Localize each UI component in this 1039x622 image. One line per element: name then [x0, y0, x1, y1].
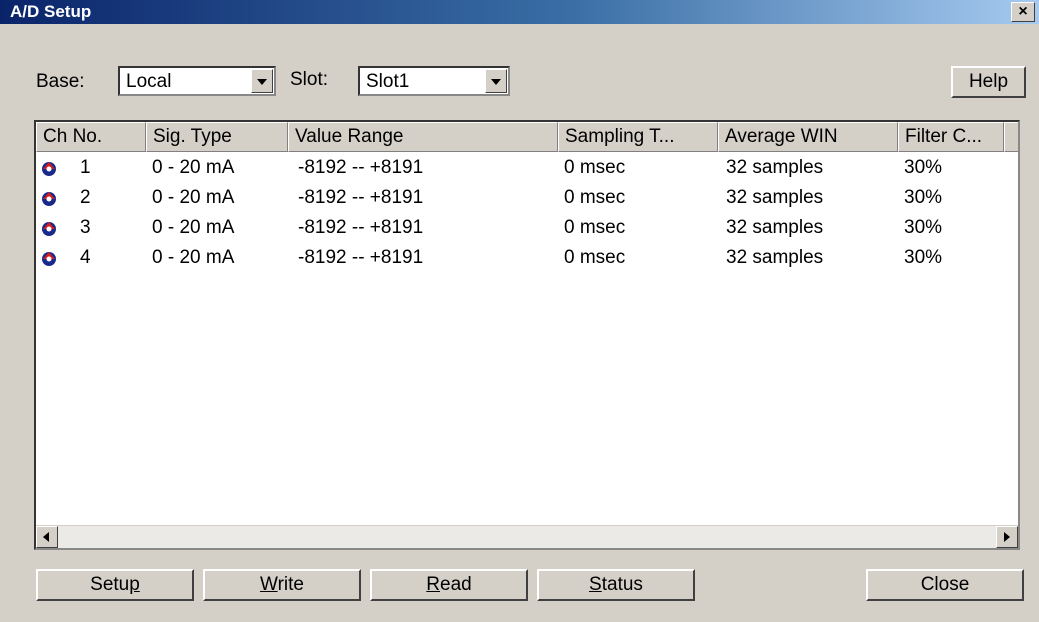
column-header-sig-type[interactable]: Sig. Type — [146, 122, 288, 152]
title-bar: A/D Setup × — [0, 0, 1039, 24]
cell-ch-no: 4 — [80, 247, 91, 268]
channel-icon — [42, 252, 56, 266]
chevron-down-icon[interactable] — [251, 69, 273, 93]
cell-sig-type: 0 - 20 mA — [152, 217, 235, 238]
cell-average-win: 32 samples — [726, 187, 824, 208]
base-dropdown-value: Local — [126, 71, 172, 92]
read-button[interactable]: Read — [370, 569, 528, 601]
close-icon[interactable]: × — [1011, 2, 1035, 22]
cell-value-range: -8192 -- +8191 — [298, 247, 424, 268]
column-header-value-range[interactable]: Value Range — [288, 122, 558, 152]
table-row[interactable]: 1 0 - 20 mA -8192 -- +8191 0 msec 32 sam… — [36, 155, 1018, 183]
column-header-row: Ch No. Sig. Type Value Range Sampling T.… — [36, 122, 1018, 152]
base-dropdown[interactable]: Local — [118, 66, 276, 96]
cell-sampling: 0 msec — [564, 247, 626, 268]
cell-ch-no: 2 — [80, 187, 91, 208]
channel-icon — [42, 222, 56, 236]
status-button[interactable]: Status — [537, 569, 695, 601]
column-header-filler — [1004, 122, 1018, 152]
table-row[interactable]: 4 0 - 20 mA -8192 -- +8191 0 msec 32 sam… — [36, 245, 1018, 273]
cell-value-range: -8192 -- +8191 — [298, 187, 424, 208]
cell-filter: 30% — [904, 187, 943, 208]
channel-icon — [42, 162, 56, 176]
cell-value-range: -8192 -- +8191 — [298, 217, 424, 238]
table-row[interactable]: 2 0 - 20 mA -8192 -- +8191 0 msec 32 sam… — [36, 185, 1018, 213]
channel-icon — [42, 192, 56, 206]
setup-label-key: p — [129, 574, 140, 595]
status-label-key: S — [589, 574, 602, 595]
column-header-filter[interactable]: Filter C... — [898, 122, 1004, 152]
slot-dropdown[interactable]: Slot1 — [358, 66, 510, 96]
table-row[interactable]: 3 0 - 20 mA -8192 -- +8191 0 msec 32 sam… — [36, 215, 1018, 243]
slot-label: Slot: — [290, 69, 329, 90]
cell-sig-type: 0 - 20 mA — [152, 157, 235, 178]
column-header-sampling[interactable]: Sampling T... — [558, 122, 718, 152]
window-title: A/D Setup — [10, 2, 92, 21]
cell-ch-no: 3 — [80, 217, 91, 238]
cell-sampling: 0 msec — [564, 157, 626, 178]
cell-value-range: -8192 -- +8191 — [298, 157, 424, 178]
column-header-ch-no[interactable]: Ch No. — [36, 122, 146, 152]
cell-sig-type: 0 - 20 mA — [152, 247, 235, 268]
column-header-average-win[interactable]: Average WIN — [718, 122, 898, 152]
cell-sig-type: 0 - 20 mA — [152, 187, 235, 208]
horizontal-scrollbar[interactable] — [36, 525, 1018, 548]
cell-filter: 30% — [904, 157, 943, 178]
write-button[interactable]: Write — [203, 569, 361, 601]
cell-sampling: 0 msec — [564, 187, 626, 208]
status-label-post: tatus — [601, 574, 643, 595]
slot-dropdown-value: Slot1 — [366, 71, 410, 92]
scroll-right-icon[interactable] — [996, 526, 1018, 548]
cell-average-win: 32 samples — [726, 247, 824, 268]
channel-list[interactable]: Ch No. Sig. Type Value Range Sampling T.… — [34, 120, 1020, 550]
cell-sampling: 0 msec — [564, 217, 626, 238]
help-button[interactable]: Help — [951, 66, 1026, 98]
cell-ch-no: 1 — [80, 157, 91, 178]
cell-average-win: 32 samples — [726, 217, 824, 238]
scroll-left-icon[interactable] — [36, 526, 58, 548]
close-button[interactable]: Close — [866, 569, 1024, 601]
cell-filter: 30% — [904, 247, 943, 268]
setup-label-pre: Setu — [90, 574, 130, 595]
cell-average-win: 32 samples — [726, 157, 824, 178]
write-label-key: W — [260, 574, 278, 595]
read-label-key: R — [426, 574, 441, 595]
base-label: Base: — [36, 71, 85, 92]
read-label-post: ead — [440, 574, 472, 595]
write-label-post: rite — [277, 574, 304, 595]
cell-filter: 30% — [904, 217, 943, 238]
chevron-down-icon[interactable] — [485, 69, 507, 93]
setup-button[interactable]: Setup — [36, 569, 194, 601]
